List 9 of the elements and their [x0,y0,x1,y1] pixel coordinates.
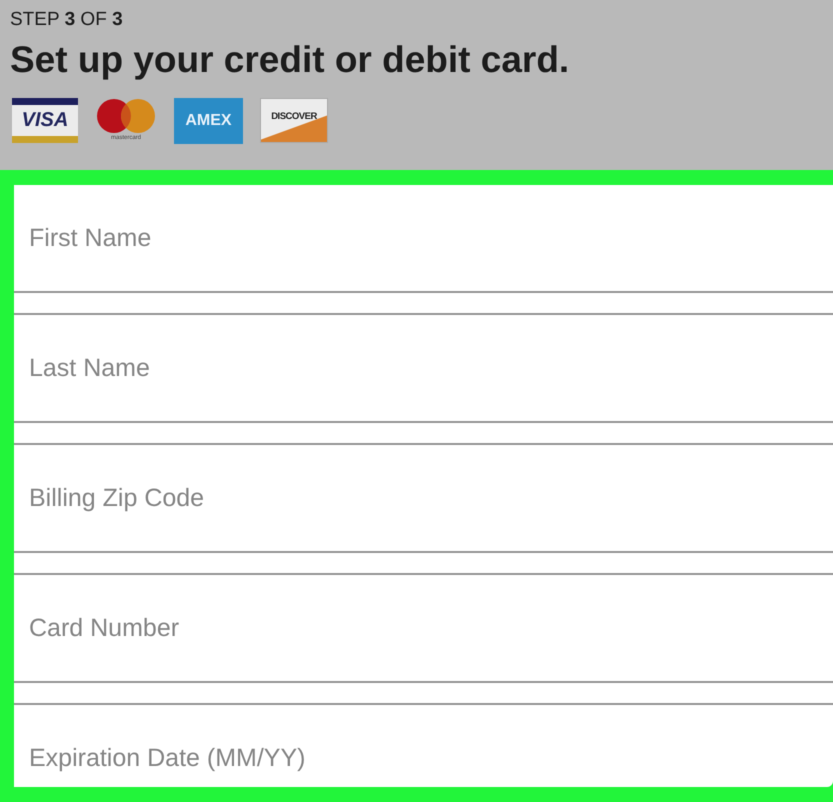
overlapping-circles-icon [95,98,157,134]
card-logo: VISA [12,98,78,143]
card-logo: AMEX [174,98,243,144]
page-title: Set up your credit or debit card. [10,38,570,82]
step-indicator: STEP 3 OF 3 [10,8,124,32]
input-field[interactable]: Billing Zip Code [14,443,833,553]
input-field[interactable]: Last Name [14,313,833,423]
input-field[interactable]: Card Number [14,573,833,683]
card-logo: DISCOVER [260,98,328,143]
